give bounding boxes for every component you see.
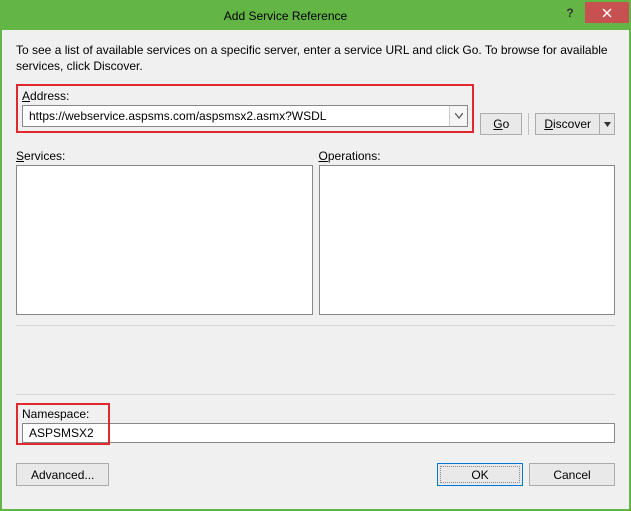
titlebar: Add Service Reference ?	[2, 2, 629, 30]
button-separator	[528, 113, 529, 135]
lists-row: Services: Operations:	[16, 149, 615, 315]
divider	[16, 394, 615, 395]
address-combo[interactable]	[22, 105, 468, 127]
cancel-button[interactable]: Cancel	[529, 463, 615, 486]
divider	[16, 325, 615, 326]
go-button[interactable]: Go	[480, 113, 522, 135]
chevron-down-icon	[455, 113, 463, 119]
operations-label: Operations:	[319, 149, 616, 163]
close-icon	[602, 8, 612, 18]
close-button[interactable]	[585, 2, 629, 23]
ok-button[interactable]: OK	[437, 463, 523, 486]
window-title: Add Service Reference	[12, 9, 629, 23]
discover-split-button: Discover	[535, 113, 615, 135]
address-dropdown-button[interactable]	[449, 106, 467, 126]
window-buttons: ?	[555, 2, 629, 30]
address-label: Address:	[22, 89, 468, 103]
services-listbox[interactable]	[16, 165, 313, 315]
services-label: Services:	[16, 149, 313, 163]
services-column: Services:	[16, 149, 313, 315]
instructions-text: To see a list of available services on a…	[16, 42, 615, 74]
namespace-label: Namespace:	[22, 407, 89, 421]
discover-dropdown-button[interactable]	[599, 113, 615, 135]
dialog-content: To see a list of available services on a…	[2, 30, 629, 509]
status-area	[16, 334, 615, 384]
namespace-input[interactable]	[22, 423, 615, 443]
chevron-down-icon	[604, 122, 611, 127]
operations-column: Operations:	[319, 149, 616, 315]
operations-listbox[interactable]	[319, 165, 616, 315]
namespace-section: Namespace:	[16, 403, 615, 447]
help-button[interactable]: ?	[555, 2, 585, 23]
advanced-button[interactable]: Advanced...	[16, 463, 109, 486]
address-section-highlight: Address:	[16, 84, 474, 133]
dialog-footer: Advanced... OK Cancel	[16, 463, 615, 486]
address-input[interactable]	[23, 106, 449, 126]
namespace-highlight: Namespace:	[16, 403, 110, 445]
dialog-add-service-reference: Add Service Reference ? To see a list of…	[0, 0, 631, 511]
discover-button[interactable]: Discover	[535, 113, 599, 135]
